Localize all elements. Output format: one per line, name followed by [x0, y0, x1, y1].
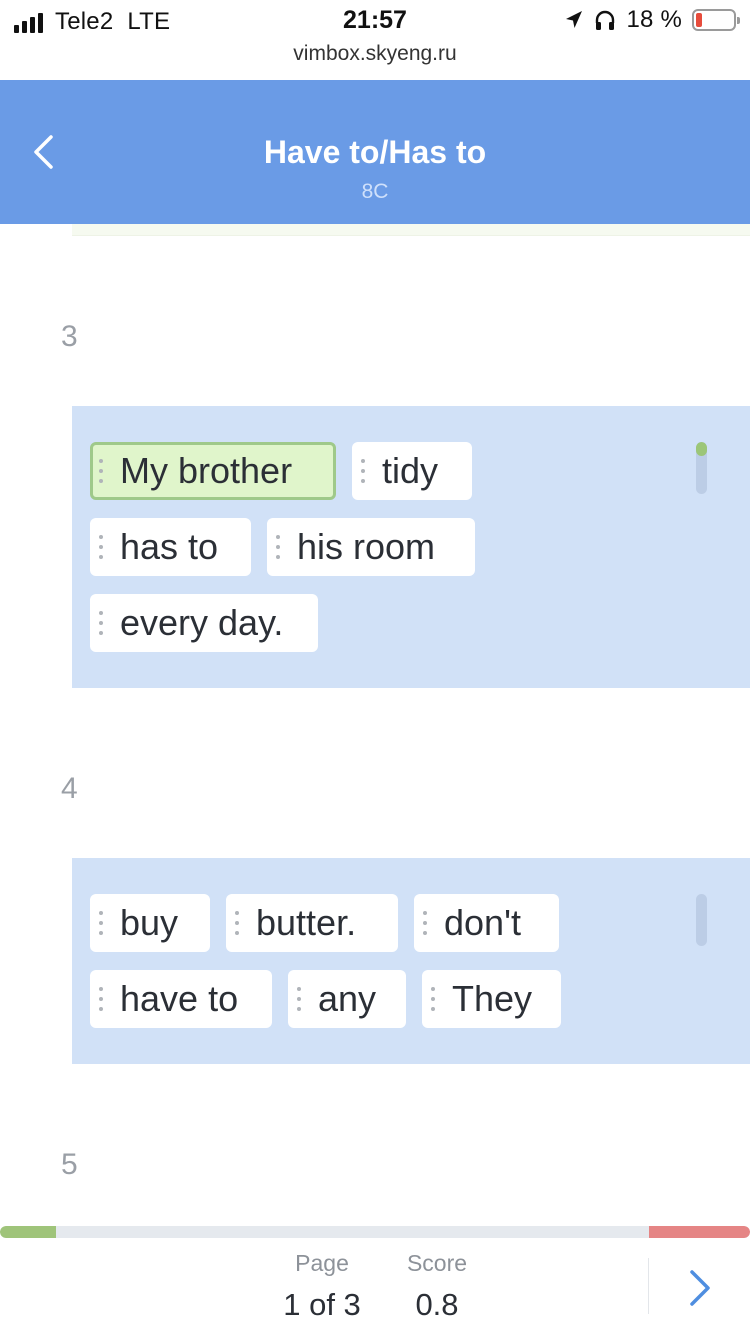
word-chip-label: every day. — [120, 602, 284, 643]
battery-level — [696, 13, 702, 27]
drag-handle-icon[interactable] — [99, 535, 103, 559]
word-chip-label: My brother — [120, 450, 293, 491]
word-chip-label: have to — [120, 978, 239, 1019]
word-chip[interactable]: every day. — [90, 594, 318, 652]
score-label: Score — [406, 1250, 468, 1276]
word-chip-selected[interactable]: My brother — [90, 442, 336, 500]
page-value: 1 of 3 — [283, 1287, 361, 1322]
drag-handle-icon[interactable] — [99, 611, 103, 635]
bottom-bar: Page 1 of 3 Score 0.8 — [0, 1238, 750, 1334]
word-chip-label: buy — [120, 902, 179, 943]
word-chip[interactable]: any — [288, 970, 406, 1028]
battery-icon — [692, 9, 740, 31]
chevron-right-icon — [690, 1270, 710, 1306]
lesson-title: Have to/Has to — [263, 134, 487, 170]
exercise-number-5: 5 — [61, 1148, 78, 1181]
exercise-3-word-bank: My brother tidy has to his room every da… — [72, 406, 750, 688]
app-screen: Tele2 LTE 21:57 18 % vimbox.skyeng.ru Ha… — [0, 0, 750, 1334]
scrollbar-thumb[interactable] — [696, 442, 707, 456]
word-chip[interactable]: don't — [414, 894, 559, 952]
drag-handle-icon[interactable] — [297, 987, 301, 1011]
exercise-number-4: 4 — [61, 772, 78, 805]
word-chip-label: They — [452, 978, 533, 1019]
word-chip[interactable]: tidy — [352, 442, 472, 500]
drag-handle-icon[interactable] — [99, 911, 103, 935]
score-indicator: Score 0.8 — [394, 1250, 480, 1323]
drag-handle-icon[interactable] — [431, 987, 435, 1011]
drag-handle-icon[interactable] — [235, 911, 239, 935]
status-right: 18 % — [564, 6, 740, 34]
word-chip-label: tidy — [382, 450, 439, 491]
word-chip[interactable]: have to — [90, 970, 272, 1028]
word-chip-label: his room — [297, 526, 436, 567]
progress-errors — [649, 1226, 750, 1238]
location-arrow-icon — [566, 11, 583, 28]
word-bank-scrollbar[interactable] — [696, 894, 707, 946]
word-chip[interactable]: They — [422, 970, 561, 1028]
status-bar: Tele2 LTE 21:57 18 % vimbox.skyeng.ru — [0, 0, 750, 80]
lesson-header: Have to/Has to 8C — [0, 80, 750, 224]
progress-completed — [0, 1226, 56, 1238]
exercise-number-3: 3 — [61, 320, 78, 353]
drag-handle-icon[interactable] — [276, 535, 280, 559]
headphones-icon — [596, 10, 615, 30]
exercise-4-word-bank: buy butter. don't have to any They — [72, 858, 750, 1064]
drag-handle-icon[interactable] — [423, 911, 427, 935]
page-label: Page — [295, 1250, 349, 1276]
word-chip-label: don't — [444, 902, 521, 943]
word-chip-label: has to — [120, 526, 219, 567]
score-value: 0.8 — [415, 1287, 459, 1322]
next-page-button[interactable] — [672, 1260, 728, 1316]
lesson-subtitle: 8C — [361, 180, 389, 203]
word-chip[interactable]: butter. — [226, 894, 398, 952]
page-indicator: Page 1 of 3 — [272, 1250, 372, 1323]
word-chip-label: any — [318, 978, 377, 1019]
lesson-progress-bar — [0, 1226, 750, 1238]
word-bank-scrollbar[interactable] — [696, 442, 707, 494]
word-chip[interactable]: his room — [267, 518, 475, 576]
drag-handle-icon[interactable] — [99, 459, 103, 483]
word-chip[interactable]: has to — [90, 518, 251, 576]
drag-handle-icon[interactable] — [99, 987, 103, 1011]
battery-percent: 18 % — [626, 6, 682, 33]
url-bar[interactable]: vimbox.skyeng.ru — [0, 42, 750, 66]
footer-divider — [648, 1258, 649, 1314]
word-chip-label: butter. — [256, 902, 357, 943]
word-chip[interactable]: buy — [90, 894, 210, 952]
previous-card-edge — [72, 224, 750, 236]
drag-handle-icon[interactable] — [361, 459, 365, 483]
